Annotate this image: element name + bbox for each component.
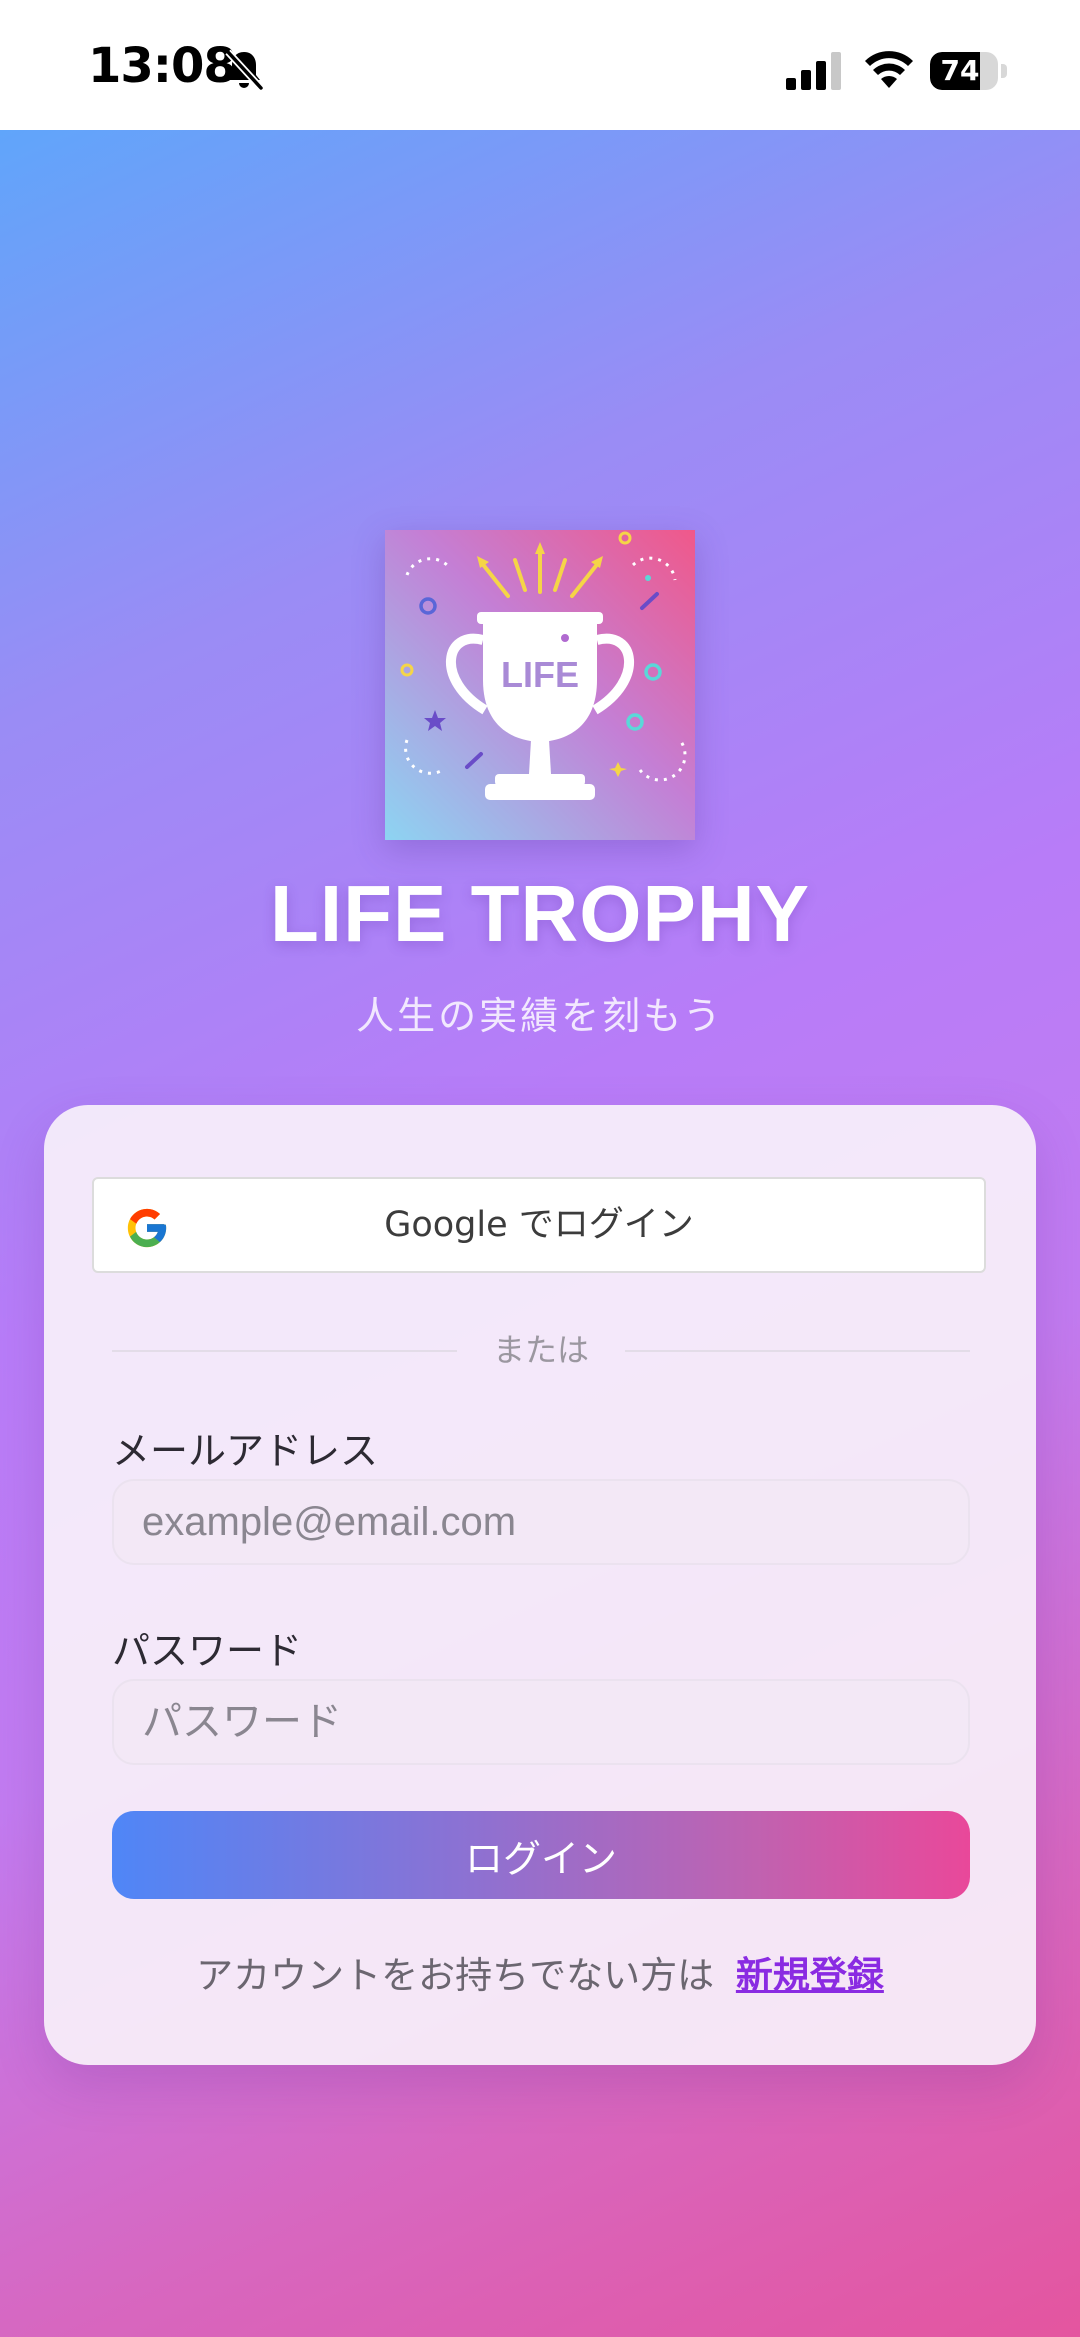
email-label: メールアドレス bbox=[112, 1429, 379, 1473]
trophy-icon: LIFE bbox=[400, 531, 687, 800]
login-card: Google でログイン または メールアドレス パスワード ログイン アカウン… bbox=[44, 1105, 1036, 2065]
wifi-icon bbox=[865, 51, 913, 88]
app-title: LIFE TROPHY bbox=[270, 869, 810, 958]
password-label: パスワード bbox=[112, 1629, 303, 1673]
signup-row: アカウントをお持ちでない方は 新規登録 bbox=[44, 1945, 1036, 1999]
app-logo: LIFE bbox=[385, 530, 695, 840]
app-subtitle: 人生の実績を刻もう bbox=[356, 994, 724, 1038]
logo-text: LIFE bbox=[501, 654, 579, 695]
signal-icon bbox=[786, 52, 841, 90]
bell-slash-icon bbox=[225, 49, 264, 91]
password-field[interactable] bbox=[112, 1679, 970, 1765]
google-login-label: Google でログイン bbox=[384, 1205, 694, 1245]
login-button[interactable]: ログイン bbox=[112, 1811, 970, 1899]
signup-prompt: アカウントをお持ちでない方は bbox=[196, 1954, 715, 1997]
status-bar: 13:08 74 bbox=[0, 0, 1080, 130]
or-divider: または bbox=[112, 1330, 970, 1370]
status-time: 13:08 bbox=[88, 38, 237, 94]
google-login-button[interactable]: Google でログイン bbox=[92, 1177, 986, 1273]
battery-icon: 74 bbox=[930, 52, 1008, 90]
battery-level: 74 bbox=[940, 54, 980, 87]
email-field[interactable] bbox=[112, 1479, 970, 1565]
signup-link[interactable]: 新規登録 bbox=[736, 1954, 884, 1997]
